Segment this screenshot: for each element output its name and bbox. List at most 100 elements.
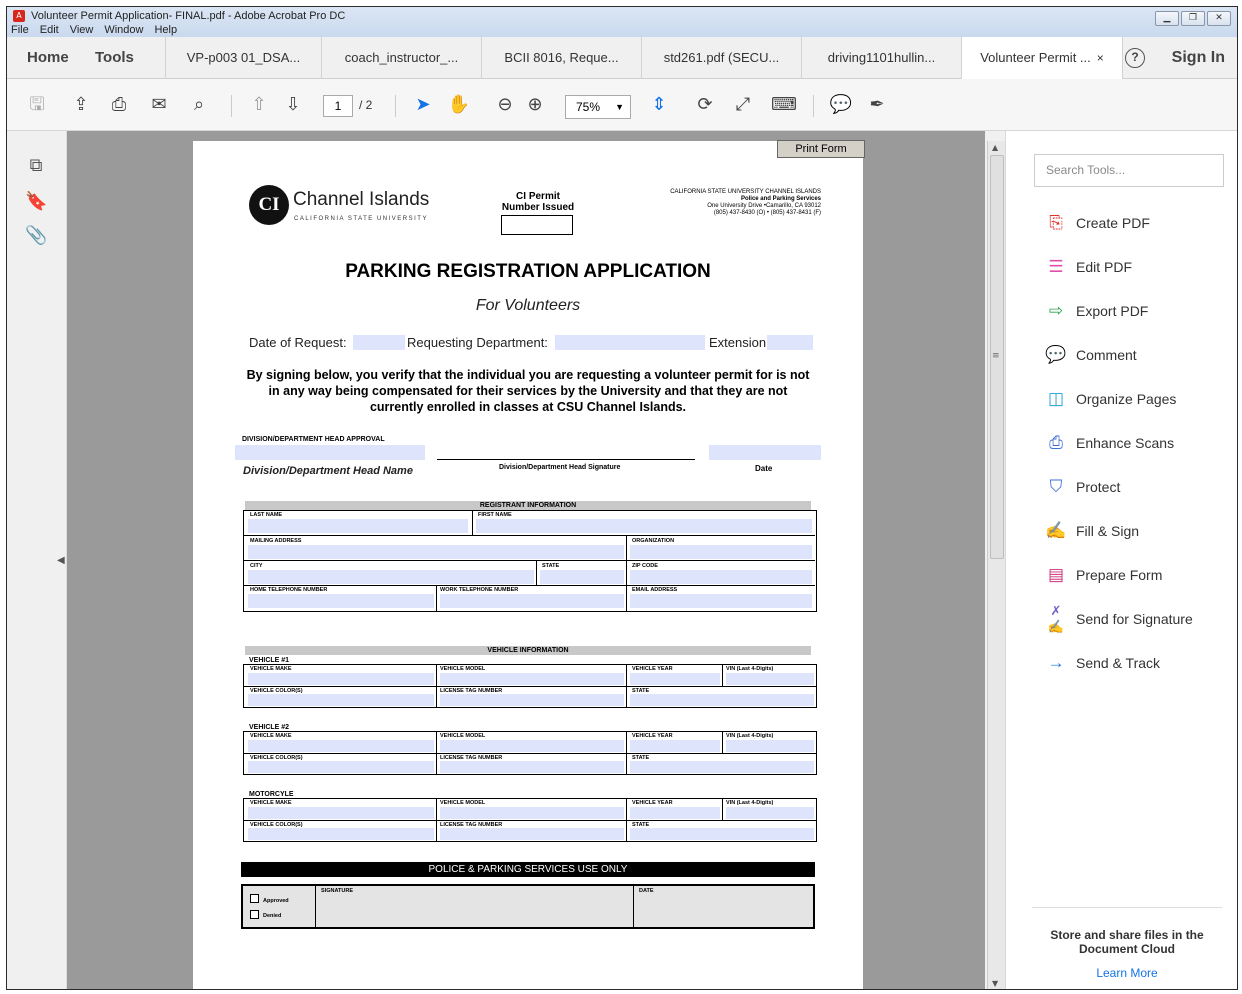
permit-number-field[interactable] xyxy=(501,215,573,235)
minimize-button[interactable]: ▁ xyxy=(1155,11,1179,26)
date-of-request-field[interactable] xyxy=(353,335,405,350)
zoom-in-icon[interactable]: ⊕ xyxy=(523,93,547,117)
upload-cloud-icon[interactable]: ⇪ xyxy=(69,93,93,117)
comment-icon[interactable]: 💬 xyxy=(829,93,853,117)
head-name-field[interactable] xyxy=(235,445,425,460)
tool-edit-pdf[interactable]: ☰ Edit PDF xyxy=(1044,254,1132,280)
tab-document-4[interactable]: std261.pdf (SECU... xyxy=(641,37,801,79)
learn-more-link[interactable]: Learn More xyxy=(1032,966,1222,980)
vehicle-state-field[interactable] xyxy=(630,694,814,706)
vertical-scrollbar[interactable]: ▲ ≡ ▼ xyxy=(987,141,1005,989)
last-name-field[interactable] xyxy=(248,519,468,533)
license-tag-field[interactable] xyxy=(440,694,624,706)
scroll-down-icon[interactable]: ▼ xyxy=(992,979,998,988)
tool-fill-sign[interactable]: ✍ Fill & Sign xyxy=(1044,518,1139,544)
license-tag-field[interactable] xyxy=(440,761,624,773)
sign-pen-icon[interactable]: ✒ xyxy=(865,93,889,117)
search-icon[interactable]: ⌕ xyxy=(187,93,211,117)
city-field[interactable] xyxy=(248,570,534,584)
tool-enhance-scans[interactable]: ⎙ Enhance Scans xyxy=(1044,430,1174,456)
scroll-up-icon[interactable]: ▲ xyxy=(992,143,998,152)
sign-in-button[interactable]: Sign In xyxy=(1172,49,1225,67)
vehicle-year-field[interactable] xyxy=(630,740,720,752)
keyboard-scroll-icon[interactable]: ⌨ xyxy=(771,93,797,117)
menu-file[interactable]: File xyxy=(11,24,29,36)
tool-send-track[interactable]: → Send & Track xyxy=(1044,650,1161,676)
full-screen-icon[interactable]: ⤢ xyxy=(731,93,755,117)
vehicle-year-field[interactable] xyxy=(630,807,720,819)
collapse-left-pane-icon[interactable]: ◀ xyxy=(57,555,65,566)
home-nav[interactable]: Home xyxy=(27,49,69,66)
vehicle-state-field[interactable] xyxy=(630,761,814,773)
zip-code-field[interactable] xyxy=(630,570,812,584)
help-icon[interactable]: ? xyxy=(1125,48,1145,68)
restore-button[interactable]: ❐ xyxy=(1181,11,1205,26)
vehicle-color-field[interactable] xyxy=(248,694,434,706)
vehicle-state-field[interactable] xyxy=(630,828,814,840)
tab-document-1[interactable]: VP-p003 01_DSA... xyxy=(165,37,321,79)
next-page-icon[interactable]: ⇩ xyxy=(281,93,305,117)
tool-protect[interactable]: ⛉ Protect xyxy=(1044,474,1121,500)
tool-create-pdf[interactable]: ⎘ Create PDF xyxy=(1044,210,1150,236)
menu-edit[interactable]: Edit xyxy=(40,24,59,36)
approved-checkbox[interactable] xyxy=(250,894,259,903)
previous-page-icon[interactable]: ⇧ xyxy=(247,93,271,117)
denied-checkbox[interactable] xyxy=(250,910,259,919)
menu-help[interactable]: Help xyxy=(154,24,177,36)
tab-document-3[interactable]: BCII 8016, Reque... xyxy=(481,37,641,79)
email-field[interactable] xyxy=(630,594,812,608)
email-icon[interactable]: ✉ xyxy=(147,93,171,117)
extension-field[interactable] xyxy=(767,335,813,350)
vehicle-make-field[interactable] xyxy=(248,673,434,685)
vehicle-year-field[interactable] xyxy=(630,673,720,685)
work-phone-field[interactable] xyxy=(440,594,624,608)
license-tag-field[interactable] xyxy=(440,828,624,840)
print-form-button[interactable]: Print Form xyxy=(777,140,865,158)
mailing-address-field[interactable] xyxy=(248,545,624,559)
tool-export-pdf[interactable]: ⇨ Export PDF xyxy=(1044,298,1148,324)
print-icon[interactable]: ⎙ xyxy=(107,93,131,117)
vehicle-make-field[interactable] xyxy=(248,807,434,819)
vin-label: VIN (Last 4-Digits) xyxy=(726,800,774,806)
tool-organize-pages[interactable]: ◫ Organize Pages xyxy=(1044,386,1176,412)
search-tools-input[interactable]: Search Tools... xyxy=(1034,154,1224,187)
vehicle-color-field[interactable] xyxy=(248,761,434,773)
tab-document-5[interactable]: driving1101hullin... xyxy=(801,37,961,79)
zoom-out-icon[interactable]: ⊖ xyxy=(493,93,517,117)
close-tab-icon[interactable]: × xyxy=(1097,51,1104,65)
state-field[interactable] xyxy=(540,570,624,584)
page-thumbnails-icon[interactable]: ⧉ xyxy=(25,155,47,177)
tool-prepare-form[interactable]: ▤ Prepare Form xyxy=(1044,562,1162,588)
select-cursor-icon[interactable]: ➤ xyxy=(411,93,435,117)
attachments-icon[interactable]: 📎 xyxy=(25,225,47,247)
office-use-heading: POLICE & PARKING SERVICES USE ONLY xyxy=(241,862,815,877)
requesting-department-field[interactable] xyxy=(555,335,705,350)
tab-document-2[interactable]: coach_instructor_... xyxy=(321,37,481,79)
approval-date-field[interactable] xyxy=(709,445,821,460)
vin-field[interactable] xyxy=(726,807,814,819)
menu-window[interactable]: Window xyxy=(104,24,143,36)
vin-field[interactable] xyxy=(726,673,814,685)
organization-field[interactable] xyxy=(630,545,812,559)
home-phone-field[interactable] xyxy=(248,594,434,608)
hand-tool-icon[interactable]: ✋ xyxy=(447,93,471,117)
vehicle-color-field[interactable] xyxy=(248,828,434,840)
menu-view[interactable]: View xyxy=(70,24,94,36)
tool-send-for-signature[interactable]: ✗✍ Send for Signature xyxy=(1044,603,1193,634)
tab-document-active[interactable]: Volunteer Permit ... × xyxy=(961,37,1123,79)
vehicle-model-field[interactable] xyxy=(440,740,624,752)
fit-width-icon[interactable]: ⇕ xyxy=(647,93,671,117)
vehicle-model-field[interactable] xyxy=(440,673,624,685)
vehicle-make-field[interactable] xyxy=(248,740,434,752)
tools-nav[interactable]: Tools xyxy=(95,49,134,66)
save-icon[interactable]: 🖫 xyxy=(25,93,49,117)
rotate-page-icon[interactable]: ⟳ xyxy=(693,93,717,117)
page-number-input[interactable]: 1 xyxy=(323,95,353,117)
bookmarks-icon[interactable]: 🔖 xyxy=(25,191,47,213)
tool-comment[interactable]: 💬 Comment xyxy=(1044,342,1136,368)
zoom-level-select[interactable]: 75% ▼ xyxy=(565,95,631,119)
vehicle-model-field[interactable] xyxy=(440,807,624,819)
close-window-button[interactable]: ✕ xyxy=(1207,11,1231,26)
first-name-field[interactable] xyxy=(476,519,812,533)
vin-field[interactable] xyxy=(726,740,814,752)
